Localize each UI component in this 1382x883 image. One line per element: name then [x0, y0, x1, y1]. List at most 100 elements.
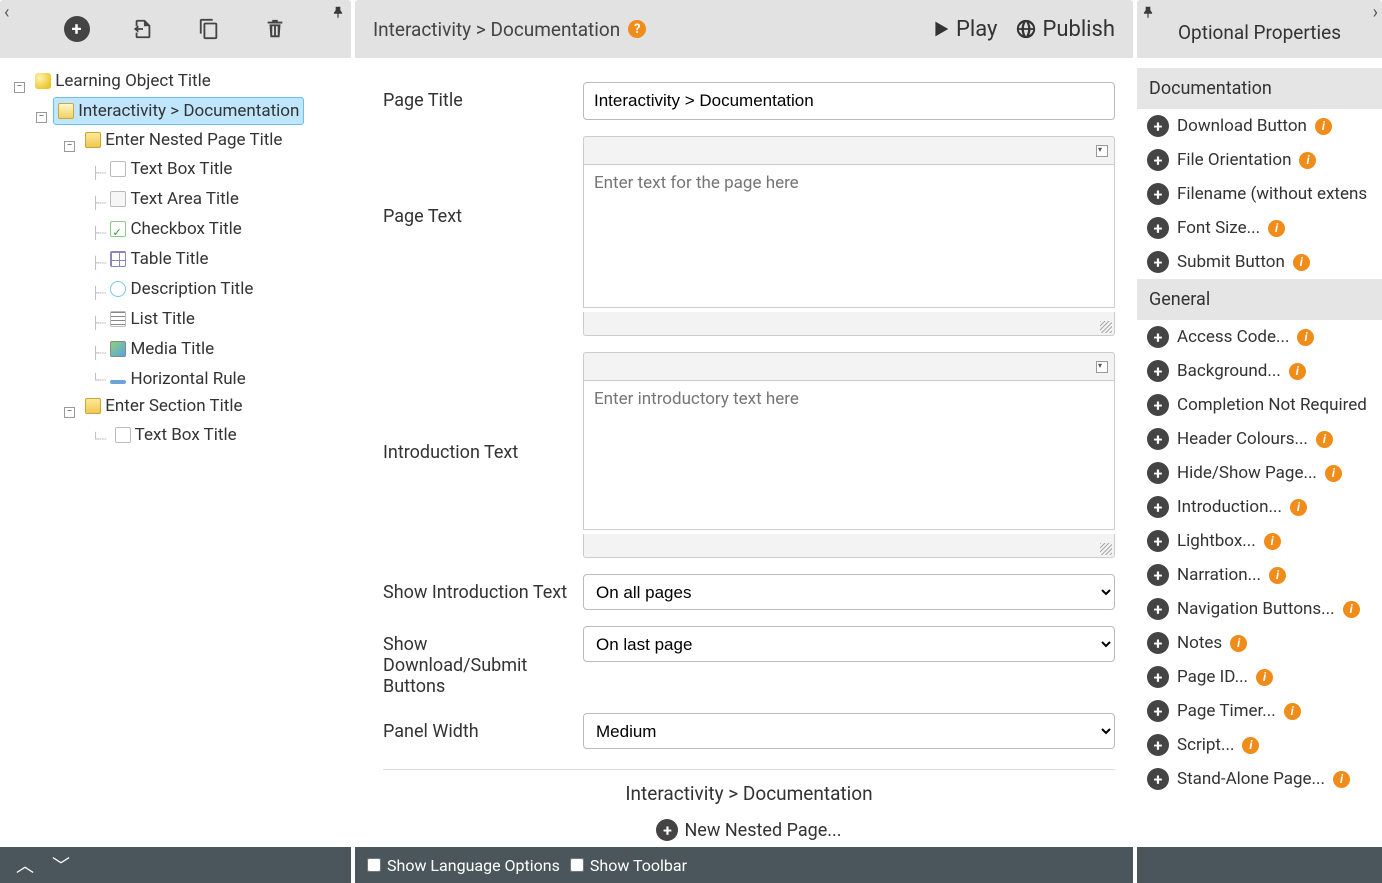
show-buttons-select[interactable]: On last page	[583, 626, 1115, 662]
delete-button[interactable]	[262, 16, 288, 42]
property-item[interactable]: +Page ID...i	[1137, 660, 1382, 694]
rte-toolbar[interactable]	[583, 352, 1115, 380]
tree-leaf[interactable]: ├┄Description Title	[92, 276, 345, 306]
play-button[interactable]: Play	[929, 17, 997, 42]
info-icon[interactable]: i	[1290, 499, 1307, 516]
info-icon[interactable]: i	[1256, 669, 1273, 686]
intro-text-input[interactable]	[583, 380, 1115, 530]
info-icon[interactable]: i	[1289, 363, 1306, 380]
tree-leaf[interactable]: ├┄Table Title	[92, 246, 345, 276]
show-toolbar-toggle[interactable]: Show Toolbar	[570, 856, 687, 875]
tree-node-nested[interactable]: − Enter Nested Page Title ├┄Text Box Tit…	[64, 127, 345, 393]
label-panel-width: Panel Width	[383, 713, 571, 742]
down-arrow-icon[interactable]: ﹀	[48, 852, 74, 878]
tree-leaf[interactable]: ├┄Media Title	[92, 336, 345, 366]
info-icon[interactable]: i	[1299, 152, 1316, 169]
tree-label: Table Title	[130, 246, 208, 272]
chevron-left-icon[interactable]: ‹	[4, 2, 9, 23]
rte-dropdown-icon[interactable]	[1096, 145, 1108, 157]
property-item[interactable]: +Narration...i	[1137, 558, 1382, 592]
property-item[interactable]: +Lightbox...i	[1137, 524, 1382, 558]
property-item[interactable]: +Notesi	[1137, 626, 1382, 660]
tree-root[interactable]: − Learning Object Title − Interactivity …	[14, 68, 345, 452]
page-icon	[58, 103, 74, 119]
property-item[interactable]: +Submit Buttoni	[1137, 245, 1382, 279]
info-icon[interactable]: i	[1297, 329, 1314, 346]
info-icon[interactable]: i	[1343, 601, 1360, 618]
expand-toggle[interactable]: −	[64, 407, 75, 418]
property-item[interactable]: +Background...i	[1137, 354, 1382, 388]
rte-dropdown-icon[interactable]	[1096, 361, 1108, 373]
publish-label: Publish	[1042, 17, 1115, 42]
tree-node-interactivity[interactable]: − Interactivity > Documentation − Enter …	[36, 97, 345, 452]
property-item[interactable]: +Download Buttoni	[1137, 109, 1382, 143]
info-icon[interactable]: i	[1230, 635, 1247, 652]
show-toolbar-checkbox[interactable]	[570, 858, 584, 872]
plus-icon: +	[1147, 462, 1169, 484]
help-icon[interactable]: ?	[628, 20, 646, 38]
info-icon[interactable]: i	[1325, 465, 1342, 482]
info-icon[interactable]: i	[1284, 703, 1301, 720]
duplicate-button[interactable]	[196, 16, 222, 42]
property-item[interactable]: +Introduction...i	[1137, 490, 1382, 524]
info-icon[interactable]: i	[1242, 737, 1259, 754]
property-item[interactable]: +Access Code...i	[1137, 320, 1382, 354]
rte-statusbar	[583, 534, 1115, 558]
properties-list: Documentation+Download Buttoni+File Orie…	[1137, 58, 1382, 847]
property-item[interactable]: +Font Size...i	[1137, 211, 1382, 245]
property-item[interactable]: +Stand-Alone Page...i	[1137, 762, 1382, 796]
property-item[interactable]: +Page Timer...i	[1137, 694, 1382, 728]
show-language-toggle[interactable]: Show Language Options	[367, 856, 560, 875]
up-arrow-icon[interactable]: ︿	[12, 852, 38, 878]
right-panel-title: Optional Properties	[1178, 15, 1341, 44]
tree-view[interactable]: − Learning Object Title − Interactivity …	[0, 58, 351, 847]
tree-leaf[interactable]: ├┄List Title	[92, 306, 345, 336]
info-icon[interactable]: i	[1333, 771, 1350, 788]
left-toolbar: ‹ +	[0, 0, 351, 58]
add-button[interactable]: +	[64, 16, 90, 42]
tree-node-section[interactable]: − Enter Section Title └┄	[64, 393, 345, 452]
plus-icon: +	[656, 819, 678, 841]
form-area: Page Title Page Text Introduction Text S…	[355, 58, 1133, 847]
info-icon[interactable]: i	[1315, 118, 1332, 135]
show-language-checkbox[interactable]	[367, 858, 381, 872]
row-show-intro: Show Introduction Text On all pages	[383, 574, 1115, 610]
property-item[interactable]: +Completion Not Required	[1137, 388, 1382, 422]
expand-toggle[interactable]: −	[14, 82, 25, 93]
expand-toggle[interactable]: −	[64, 141, 75, 152]
property-label: Script...	[1177, 735, 1234, 755]
panel-width-select[interactable]: Medium	[583, 713, 1115, 749]
import-button[interactable]	[130, 16, 156, 42]
property-item[interactable]: +Header Colours...i	[1137, 422, 1382, 456]
tree-leaf[interactable]: ├┄Text Box Title	[92, 156, 345, 186]
property-label: Font Size...	[1177, 218, 1260, 238]
pin-icon[interactable]	[1141, 4, 1155, 23]
info-icon[interactable]: i	[1264, 533, 1281, 550]
show-intro-select[interactable]: On all pages	[583, 574, 1115, 610]
expand-toggle[interactable]: −	[36, 112, 47, 123]
textarea-icon	[110, 191, 126, 207]
page-title-input[interactable]	[583, 82, 1115, 120]
plus-icon: +	[1147, 326, 1169, 348]
tree-leaf[interactable]: ├┄Text Area Title	[92, 186, 345, 216]
pin-icon[interactable]	[331, 4, 345, 23]
page-text-input[interactable]	[583, 164, 1115, 308]
tree-leaf[interactable]: └┄ Text Box Title	[92, 422, 345, 452]
chevron-right-icon[interactable]: ›	[1373, 2, 1378, 23]
tree-leaf[interactable]: └┄Horizontal Rule	[92, 366, 345, 393]
tree-label: Description Title	[130, 276, 253, 302]
new-nested-page-button[interactable]: + New Nested Page...	[383, 815, 1115, 847]
property-item[interactable]: +Filename (without extens	[1137, 177, 1382, 211]
tree-leaf[interactable]: ├┄Checkbox Title	[92, 216, 345, 246]
info-icon[interactable]: i	[1316, 431, 1333, 448]
property-item[interactable]: +Hide/Show Page...i	[1137, 456, 1382, 490]
property-item[interactable]: +Navigation Buttons...i	[1137, 592, 1382, 626]
info-icon[interactable]: i	[1269, 567, 1286, 584]
property-item[interactable]: +Script...i	[1137, 728, 1382, 762]
info-icon[interactable]: i	[1293, 254, 1310, 271]
property-item[interactable]: +File Orientationi	[1137, 143, 1382, 177]
info-icon[interactable]: i	[1268, 220, 1285, 237]
checkbox-icon	[110, 221, 126, 237]
publish-button[interactable]: Publish	[1015, 17, 1115, 42]
rte-toolbar[interactable]	[583, 136, 1115, 164]
